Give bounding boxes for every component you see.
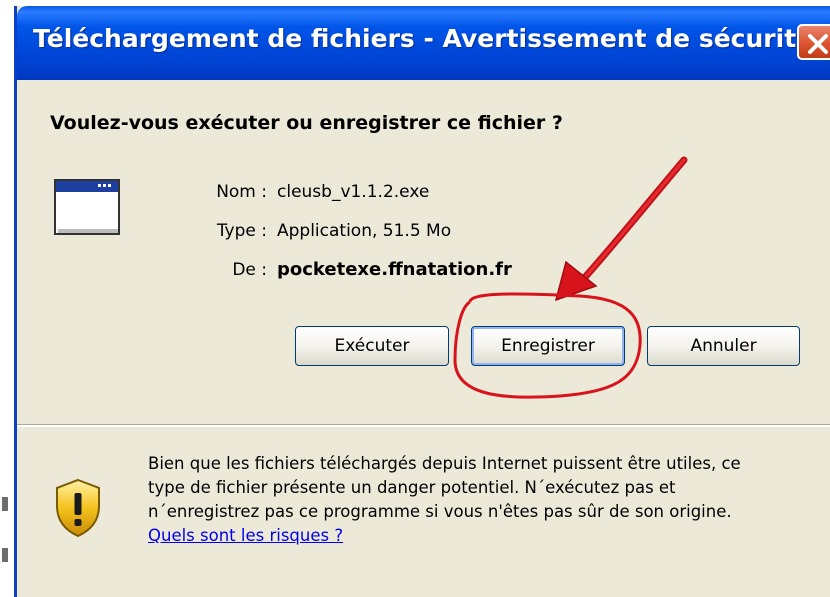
close-icon bbox=[808, 34, 828, 54]
save-button[interactable]: Enregistrer bbox=[471, 326, 625, 366]
warning-section: Bien que les fichiers téléchargés depuis… bbox=[17, 427, 830, 597]
warning-message: Bien que les fichiers téléchargés depuis… bbox=[148, 452, 830, 548]
risks-link[interactable]: Quels sont les risques ? bbox=[148, 524, 830, 548]
title-bar[interactable]: Téléchargement de fichiers - Avertisseme… bbox=[17, 6, 830, 80]
dialog-question: Voulez-vous exécuter ou enregistrer ce f… bbox=[50, 112, 563, 134]
cancel-button[interactable]: Annuler bbox=[647, 326, 800, 366]
background-mark bbox=[2, 548, 8, 562]
file-type-label: Type : bbox=[216, 221, 267, 241]
file-name-value: cleusb_v1.1.2.exe bbox=[277, 182, 430, 202]
file-type-value: Application, 51.5 Mo bbox=[277, 221, 452, 241]
background-mark bbox=[2, 497, 8, 511]
close-button[interactable] bbox=[797, 24, 830, 60]
file-source-value: pocketexe.ffnatation.fr bbox=[277, 259, 512, 280]
warning-shield-icon bbox=[56, 478, 100, 538]
run-button[interactable]: Exécuter bbox=[295, 326, 449, 366]
warning-line: n´enregistrez pas ce programme si vous n… bbox=[148, 502, 732, 521]
warning-line: type de fichier présente un danger poten… bbox=[148, 478, 676, 497]
security-warning-dialog: Téléchargement de fichiers - Avertisseme… bbox=[14, 6, 830, 597]
warning-line: Bien que les fichiers téléchargés depuis… bbox=[148, 454, 741, 473]
background-strip bbox=[0, 0, 14, 597]
dialog-title: Téléchargement de fichiers - Avertisseme… bbox=[33, 24, 814, 53]
file-source-label: De : bbox=[232, 260, 267, 280]
file-name-label: Nom : bbox=[216, 182, 267, 202]
application-window-icon bbox=[54, 179, 120, 235]
dialog-body: Voulez-vous exécuter ou enregistrer ce f… bbox=[17, 80, 830, 424]
